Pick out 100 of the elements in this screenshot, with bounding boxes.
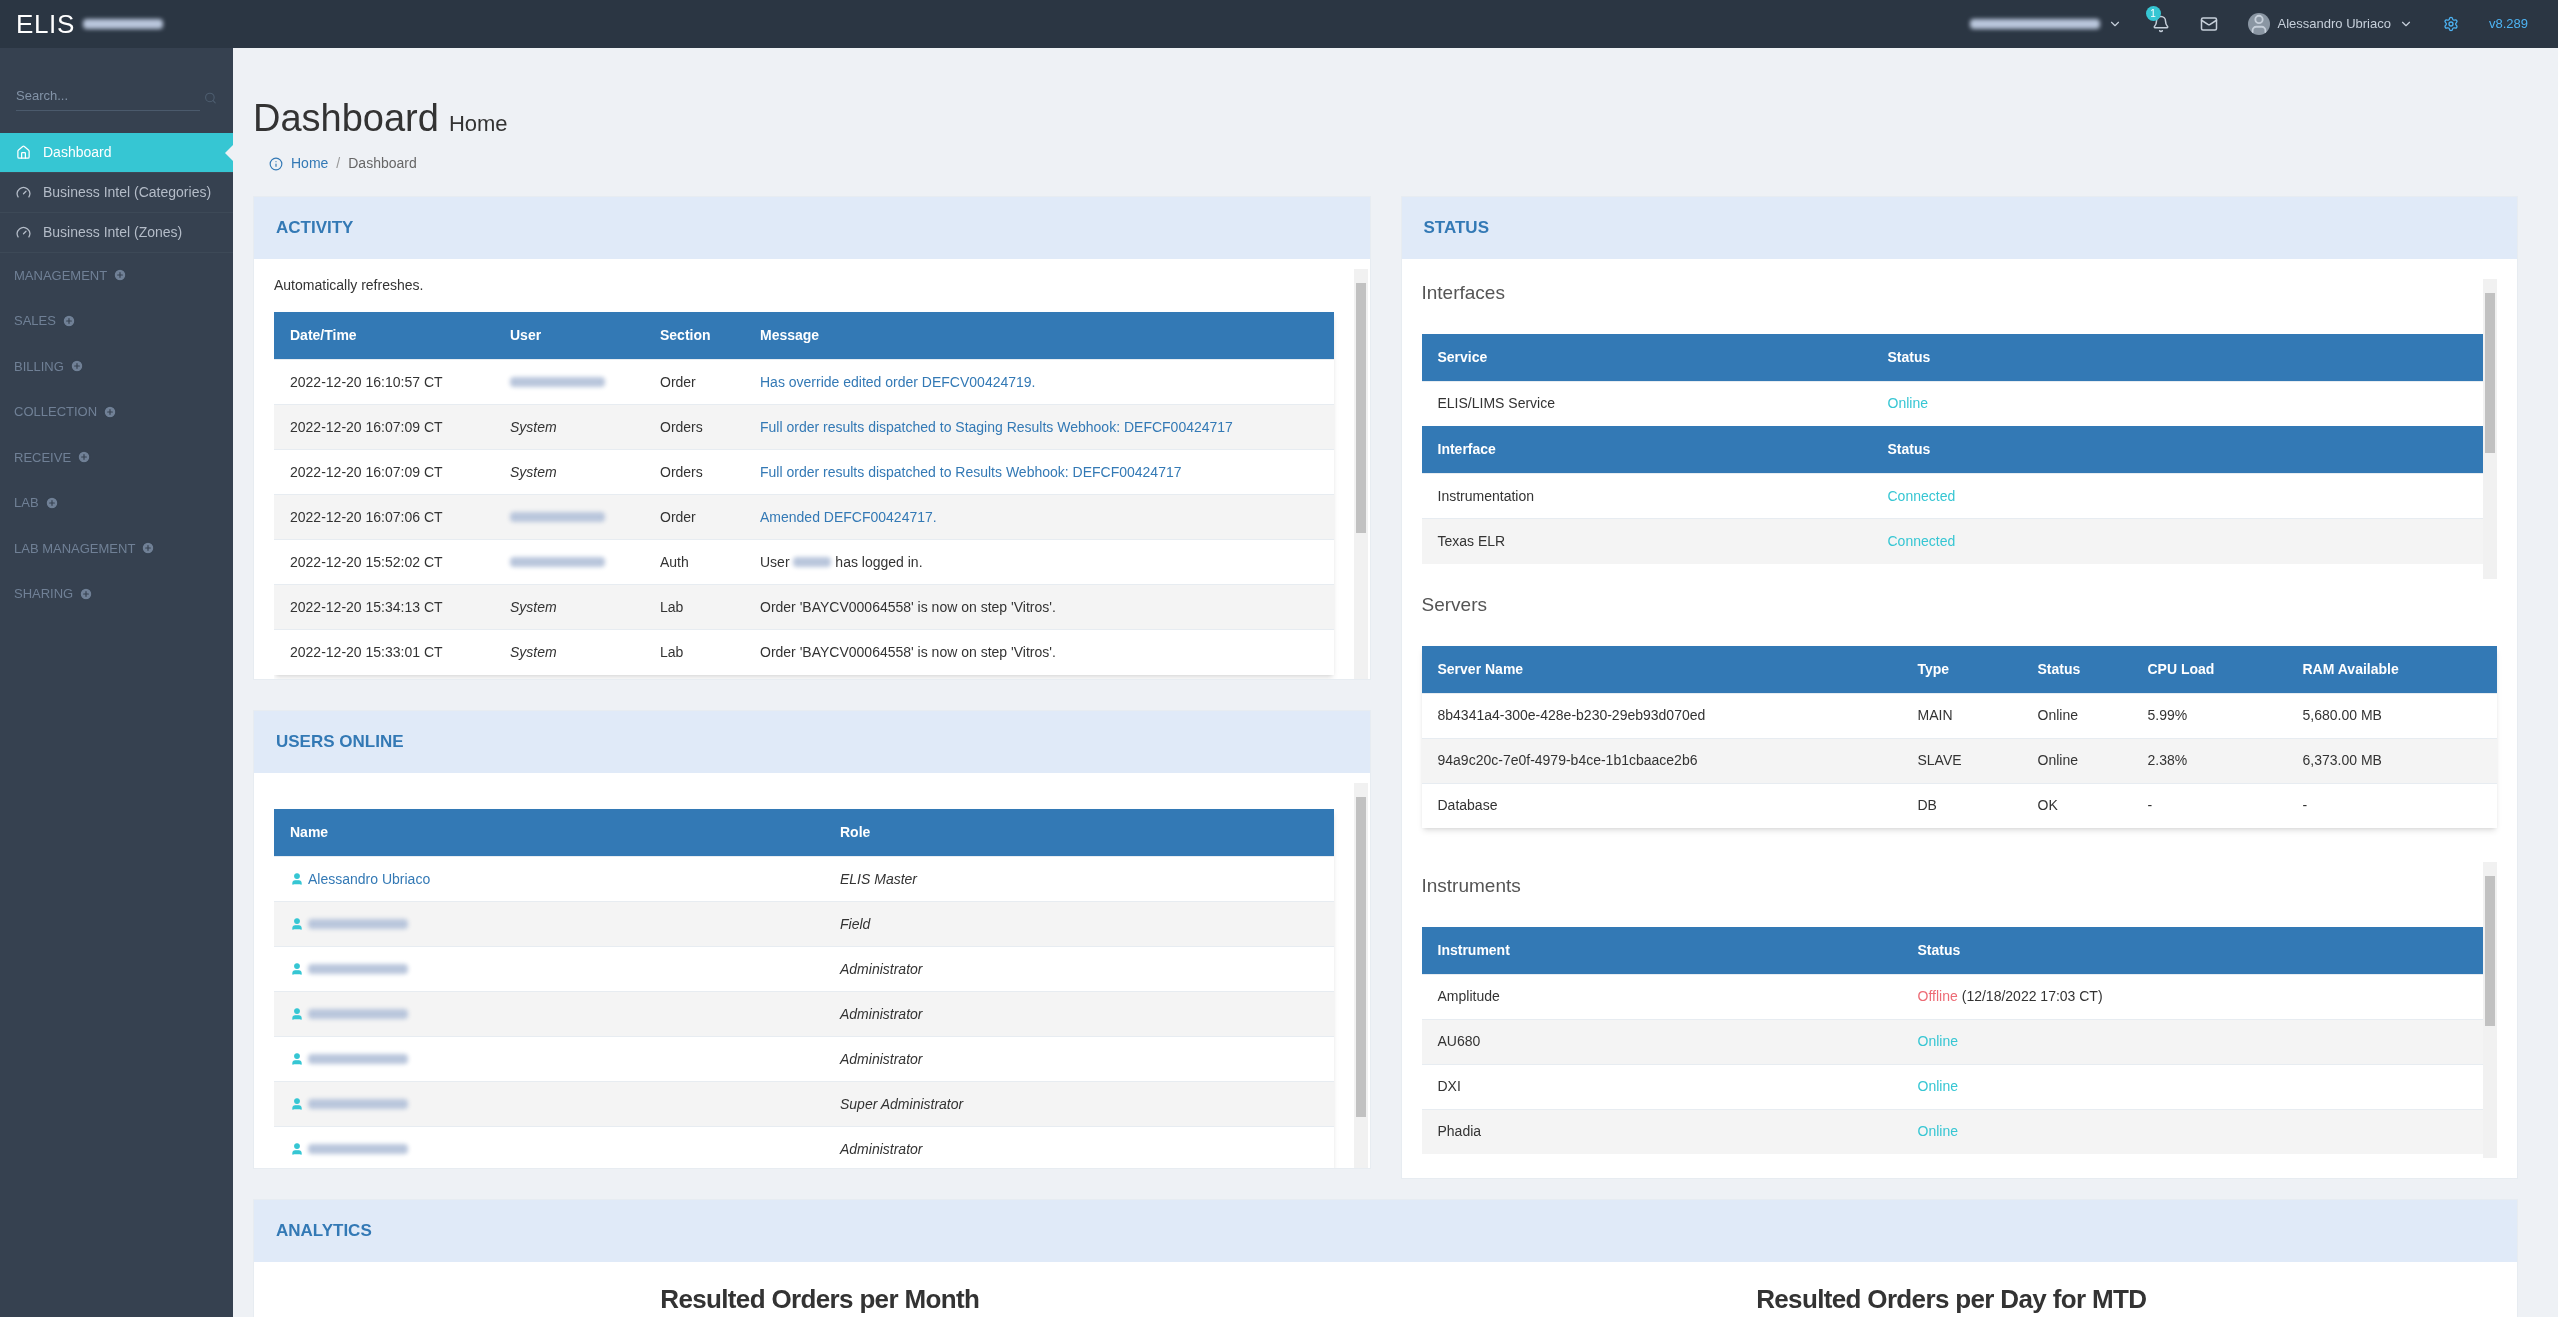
column-header: Status [2021,645,2132,693]
table-cell: Amplitude [1421,974,1902,1019]
sidebar-item[interactable]: Business Intel (Zones) [0,212,233,253]
sidebar-section[interactable]: COLLECTION [0,389,233,435]
settings-icon[interactable] [2442,16,2459,32]
sidebar-section[interactable]: RECEIVE [0,434,233,480]
column-header: Interface [1421,426,1872,474]
notification-badge: 1 [2145,6,2161,21]
column-header: Date/Time [274,312,494,360]
user-icon [290,962,304,976]
table-cell: 2.38% [2131,738,2287,783]
table-cell: Administrator [824,946,1334,992]
notification-bell-icon[interactable] [2151,15,2170,33]
sidebar-section[interactable]: SHARING [0,571,233,617]
status-text: Online [1917,1077,1958,1096]
table-cell: 2022-12-20 16:07:09 CT [274,404,494,450]
message-text: has logged in. [835,553,923,570]
table-cell: Order [644,359,744,405]
gauge-icon [16,224,31,240]
user-icon [290,1052,304,1066]
expand-icon [79,586,94,601]
sidebar-item[interactable]: Business Intel (Categories) [0,172,233,213]
message-link[interactable]: Full order results dispatched to Staging Results Webhook: DEFCF00424717 [760,418,1233,435]
status-text: Online [1917,1122,1958,1142]
table-cell: System [494,629,644,675]
table-cell: Texas ELR [1421,518,1872,564]
avatar-icon [2247,13,2270,35]
sidebar-section[interactable]: LAB [0,480,233,526]
table-cell: DXI [1421,1064,1902,1109]
column-header: User [494,312,644,360]
mail-icon[interactable] [2199,15,2218,33]
message-link[interactable]: Full order results dispatched to Results Webhook: DEFCF00424717 [760,463,1182,480]
table-cell: Phadia [1421,1109,1902,1154]
logo: ELIS [16,7,75,41]
table-cell: Orders [644,449,744,495]
table-cell: 2022-12-20 15:52:02 CT [274,539,494,585]
table-cell: Administrator [824,1126,1334,1168]
status-text: Online [2021,738,2132,783]
organization-selector[interactable] [1969,17,2122,31]
search-icon [204,91,217,106]
user-link[interactable]: Alessandro Ubriaco [308,868,431,890]
user-menu[interactable]: Alessandro Ubriaco [2247,13,2413,35]
table-cell: Lab [644,629,744,675]
section-title: Instruments [1421,874,1522,898]
table-cell: 94a9c20c-7e0f-4979-b4ce-1b1cbaace2b6 [1421,738,1902,783]
sidebar-section[interactable]: MANAGEMENT [0,252,233,298]
scrollbar[interactable] [1353,783,1368,1168]
scrollbar[interactable] [2483,279,2497,579]
table-cell: Administrator [824,1036,1334,1082]
version-label: v8.289 [2488,15,2528,34]
table-cell: Order 'BAYCV00064558' is now on step 'Vitros'. [744,629,1334,675]
column-header: Status [1871,426,2483,474]
table-cell: 2022-12-20 16:07:09 CT [274,449,494,495]
home-icon [16,144,31,160]
status-text: Connected [1887,532,1956,549]
page-subtitle: Home [448,110,508,138]
breadcrumb-separator: / [336,154,341,173]
scrollbar[interactable] [2483,862,2497,1158]
status-text: Online [1887,395,1928,412]
breadcrumb-link[interactable]: Home [291,153,329,174]
table-cell: Orders [644,404,744,450]
expand-icon [44,495,59,510]
table-cell: Lab [644,584,744,630]
sidebar-section[interactable]: BILLING [0,343,233,389]
table-cell: System [494,584,644,630]
table-cell: Order 'BAYCV00064558' is now on step 'Vitros'. [744,584,1334,630]
table-cell: SLAVE [1901,738,2022,783]
expand-icon [61,313,76,328]
sidebar-section[interactable]: SALES [0,298,233,344]
panel-title: ACTIVITY [276,217,354,240]
table-cell: Database [1421,783,1902,828]
table-cell: 2022-12-20 16:10:57 CT [274,359,494,405]
status-text: Online [1917,1032,1958,1051]
column-header: Message [744,312,1334,360]
table-cell: Auth [644,539,744,585]
table-cell: System [494,404,644,450]
message-link[interactable]: Has override edited order DEFCV00424719. [760,373,1036,390]
column-header: Section [644,312,744,360]
table-cell: - [2131,783,2287,828]
panel-title: STATUS [1423,217,1489,240]
table-cell: System [494,449,644,495]
status-text: Offline [1917,987,1958,1006]
table-cell: Super Administrator [824,1081,1334,1127]
column-header: Status [1871,333,2483,381]
section-title: Servers [1421,593,1488,617]
expand-icon [113,268,128,283]
expand-icon [77,450,92,465]
table-cell: MAIN [1901,693,2022,738]
status-text: Online [2021,693,2132,738]
column-header: Status [1901,926,2483,974]
search-field[interactable]: Search... [16,86,201,111]
sidebar-section[interactable]: LAB MANAGEMENT [0,525,233,571]
message-link[interactable]: Amended DEFCF00424717. [760,508,937,525]
scrollbar[interactable] [1353,269,1368,679]
page-title: Dashboard [253,96,439,141]
chart-title: Resulted Orders per Month [660,1284,980,1314]
expand-icon [69,359,84,374]
breadcrumb-current: Dashboard [348,154,417,173]
table-cell: 2022-12-20 15:33:01 CT [274,629,494,675]
table-cell: ELIS Master [824,856,1334,902]
